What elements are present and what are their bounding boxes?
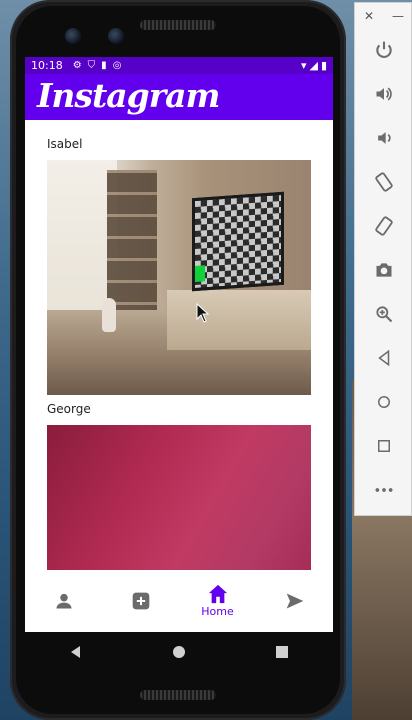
power-button[interactable] (369, 35, 399, 65)
camera-icon (376, 263, 392, 277)
recents-icon[interactable] (275, 644, 289, 663)
rotate-left-button[interactable] (369, 167, 399, 197)
back-icon (378, 349, 390, 367)
post-image[interactable] (47, 425, 311, 570)
more-icon (375, 488, 393, 492)
nav-profile[interactable] (29, 576, 99, 626)
data-saver-icon: ◎ (112, 60, 122, 71)
feed-list[interactable]: Isabel George (25, 120, 333, 570)
zoom-icon (376, 306, 393, 323)
sd-card-icon: ▮ (101, 60, 107, 71)
bottom-speaker (140, 690, 216, 700)
person-icon (56, 593, 71, 609)
volume-up-icon (376, 87, 392, 101)
battery-icon: ▮ (320, 59, 327, 72)
toolbar-header: ✕ — (355, 9, 412, 23)
signal-icon: ◢ (309, 59, 318, 72)
nav-messages[interactable] (260, 576, 330, 626)
volume-up-button[interactable] (369, 79, 399, 109)
home-button[interactable] (369, 387, 399, 417)
top-speaker (140, 20, 216, 30)
volume-down-button[interactable] (369, 123, 399, 153)
status-bar: 10:18 ⚙ ⛉ ▮ ◎ ▾ ◢ ▮ (25, 57, 333, 74)
device-screen: 10:18 ⚙ ⛉ ▮ ◎ ▾ ◢ ▮ Instagram Isabel Geo… (25, 57, 333, 632)
more-button[interactable] (369, 475, 399, 505)
nav-home[interactable]: Home (183, 576, 253, 626)
ladder-shelf (107, 170, 157, 310)
checkerboard-pattern (195, 194, 281, 289)
close-icon[interactable]: ✕ (364, 9, 374, 23)
tv-cabinet (167, 290, 311, 350)
home-circle-icon (378, 396, 390, 408)
minimize-icon[interactable]: — (392, 9, 404, 23)
add-box-icon (132, 592, 149, 610)
wifi-icon: ▾ (300, 59, 307, 72)
home-icon (208, 584, 227, 604)
overview-button[interactable] (369, 431, 399, 461)
nav-home-label: Home (201, 605, 234, 618)
back-button[interactable] (369, 343, 399, 373)
app-bar: Instagram (25, 74, 333, 120)
rotate-right-icon (375, 216, 393, 236)
send-icon (286, 593, 303, 609)
post-username: Isabel (47, 137, 83, 151)
settings-icon: ⚙ (72, 60, 82, 71)
bottom-navigation: Home (25, 570, 333, 632)
rotate-left-icon (375, 172, 393, 192)
rotate-right-button[interactable] (369, 211, 399, 241)
cat-figure (102, 298, 116, 332)
volume-down-icon (378, 132, 391, 144)
screenshot-button[interactable] (369, 255, 399, 285)
status-right-icons: ▾ ◢ ▮ (301, 59, 327, 72)
overview-square-icon (378, 440, 390, 452)
zoom-button[interactable] (369, 299, 399, 329)
android-nav-bar (25, 632, 333, 674)
front-camera-icon (65, 28, 81, 44)
tv-screen (192, 191, 284, 292)
home-button-icon[interactable] (172, 644, 186, 663)
post-image[interactable] (47, 160, 311, 395)
app-logo-title: Instagram (37, 76, 220, 115)
emulator-toolbar: ✕ — (354, 2, 412, 516)
back-icon[interactable] (69, 644, 83, 663)
shield-icon: ⛉ (87, 60, 96, 71)
power-icon (376, 41, 392, 58)
green-marker (195, 265, 205, 283)
sensor-icon (108, 28, 124, 44)
status-time: 10:18 (31, 59, 63, 72)
post-username: George (47, 402, 91, 416)
nav-create[interactable] (106, 576, 176, 626)
